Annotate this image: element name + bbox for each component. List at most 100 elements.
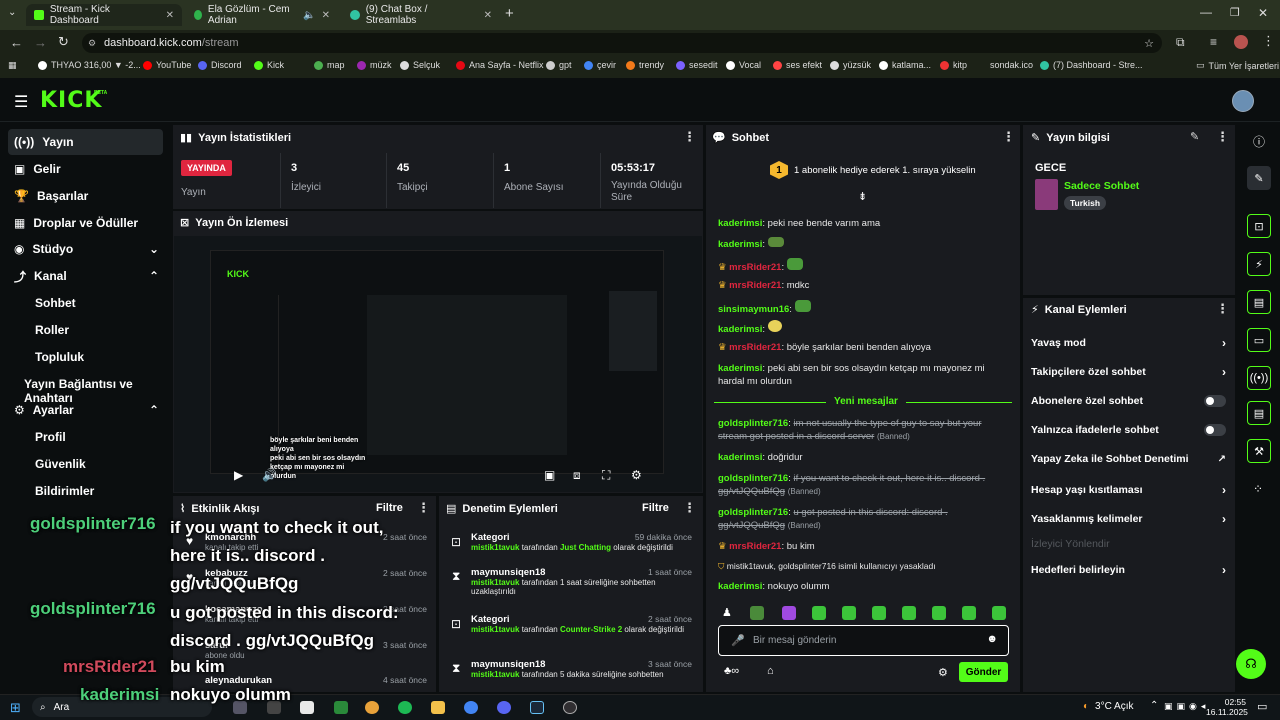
bookmark-thyao[interactable]: THYAO 316,00 ▼ -2...: [38, 60, 141, 70]
browser-tab-music[interactable]: Ela Gözlüm - Cem Adrian 🔈 ✕: [186, 4, 338, 26]
language-tag[interactable]: Turkish: [1064, 196, 1107, 210]
sidebar-subitem-sohbet[interactable]: Sohbet: [35, 296, 76, 310]
url-input[interactable]: ⚙ dashboard.kick.com/stream ☆: [82, 33, 1162, 53]
bookmark-sondak[interactable]: sondak.ico: [990, 60, 1033, 70]
activity-filter-button[interactable]: Filtre: [376, 502, 403, 514]
emote-quick-icon[interactable]: [842, 606, 856, 620]
close-icon[interactable]: ✕: [322, 10, 330, 21]
emoji-icon[interactable]: ☻: [986, 633, 998, 645]
bookmark-map[interactable]: map: [314, 60, 345, 70]
close-icon[interactable]: ✕: [166, 10, 174, 21]
maximize-button[interactable]: ❐: [1230, 6, 1240, 19]
emote-quick-icon[interactable]: [902, 606, 916, 620]
bookmark-gpt[interactable]: gpt: [546, 60, 572, 70]
sidebar-subitem-roller[interactable]: Roller: [35, 323, 69, 337]
emote-quick-icon[interactable]: [812, 606, 826, 620]
bookmark-sesedit[interactable]: sesedit: [676, 60, 718, 70]
minimize-button[interactable]: —: [1200, 5, 1212, 19]
support-chat-button[interactable]: ☊: [1236, 649, 1266, 679]
tray-chevron-icon[interactable]: ⌃: [1150, 700, 1158, 711]
sidebar-item-gelir[interactable]: ▣ Gelir: [8, 156, 163, 182]
chat-users-icon[interactable]: ♣∞: [724, 665, 739, 677]
emote-quick-icon[interactable]: [750, 606, 764, 620]
action-emotes-only[interactable]: Yalnızca ifadelerle sohbet: [1031, 424, 1226, 436]
chat-input-box[interactable]: 🎤 Bir mesaj gönderin ☻: [718, 625, 1009, 656]
notification-icon[interactable]: ▭: [1257, 700, 1267, 713]
clip-icon[interactable]: ⧈: [573, 468, 581, 483]
emotes-only-toggle[interactable]: [1204, 424, 1226, 436]
xbox-icon[interactable]: [334, 701, 348, 714]
action-subscribers-only[interactable]: Abonelere özel sohbet: [1031, 395, 1226, 407]
close-window-button[interactable]: ✕: [1258, 6, 1268, 20]
bookmark-discord[interactable]: Discord: [198, 60, 242, 70]
emote-quick-icon[interactable]: ♟: [722, 606, 732, 619]
tools-rail-button[interactable]: ⚒: [1247, 439, 1271, 463]
windows-start-icon[interactable]: ⊞: [10, 700, 21, 716]
action-goals[interactable]: Hedefleri belirleyin ›: [1031, 563, 1226, 577]
preview-rail-button[interactable]: ⊡: [1247, 214, 1271, 238]
actions-rail-button[interactable]: ⚡: [1247, 252, 1271, 276]
channel-actions-menu-icon[interactable]: ⋮: [1216, 301, 1229, 317]
all-bookmarks[interactable]: ▭ Tüm Yer İşaretleri: [1196, 60, 1279, 71]
theater-mode-icon[interactable]: ▣: [544, 468, 555, 482]
action-slow-mode[interactable]: Yavaş mod ›: [1031, 336, 1226, 350]
emote-quick-icon[interactable]: [872, 606, 886, 620]
bookmark-dashboard[interactable]: (7) Dashboard - Stre...: [1040, 60, 1143, 70]
gift-rank-banner[interactable]: 1 1 abonelik hediye ederek 1. sıraya yük…: [770, 161, 976, 179]
clips-rail-button[interactable]: ▤: [1247, 290, 1271, 314]
bookmark-youtube[interactable]: YouTube: [143, 60, 191, 70]
back-icon[interactable]: ←: [10, 35, 23, 50]
bookmark-yuzsuk[interactable]: yüzsük: [830, 60, 871, 70]
edit-rail-button[interactable]: ✎: [1247, 166, 1271, 190]
category-thumbnail[interactable]: [1035, 179, 1058, 210]
speaker-icon[interactable]: 🔈: [303, 10, 315, 21]
chat-input[interactable]: Bir mesaj gönderin: [753, 635, 836, 646]
pinned-chevron-icon[interactable]: ⇟: [858, 190, 867, 203]
chat-settings-icon[interactable]: ⚙: [938, 666, 948, 679]
sidebar-item-yayin[interactable]: ((•)) Yayın: [8, 129, 163, 155]
star-icon[interactable]: ☆: [1144, 37, 1154, 50]
action-banned-words[interactable]: Yasaklanmış kelimeler ›: [1031, 512, 1226, 526]
chat-menu-icon[interactable]: ⋮: [1002, 129, 1015, 145]
store-icon[interactable]: ⌂: [767, 665, 774, 677]
volume-icon[interactable]: 🔊: [262, 468, 277, 482]
user-avatar[interactable]: [1232, 90, 1254, 112]
stats-menu-icon[interactable]: ⋮: [683, 129, 696, 145]
bookmark-katlama[interactable]: katlama...: [879, 60, 931, 70]
bookmark-selcuk[interactable]: Selçuk: [400, 60, 440, 70]
sidebar-item-droplar[interactable]: ▦ Droplar ve Ödüller: [8, 210, 163, 236]
apps-icon[interactable]: ▦: [8, 60, 17, 71]
folder-icon[interactable]: [431, 701, 445, 714]
emote-quick-icon[interactable]: [782, 606, 796, 620]
media-icon[interactable]: ≡: [1210, 35, 1217, 49]
sidebar-subitem-topluluk[interactable]: Topluluk: [35, 350, 84, 364]
bookmark-kick[interactable]: Kick: [254, 60, 284, 70]
chrome-icon[interactable]: [365, 701, 379, 714]
obs-icon[interactable]: [563, 701, 577, 714]
app-icon[interactable]: [300, 701, 314, 714]
tab-search-icon[interactable]: ⌄: [8, 7, 16, 18]
chat-rail-button[interactable]: ▭: [1247, 328, 1271, 352]
bookmark-muzk[interactable]: müzk: [357, 60, 392, 70]
subscribers-only-toggle[interactable]: [1204, 395, 1226, 407]
browser-tab-kick-dashboard[interactable]: Stream - Kick Dashboard ✕: [26, 4, 182, 26]
emote-quick-icon[interactable]: [932, 606, 946, 620]
tray-icons[interactable]: ▣▣◉◂: [1164, 701, 1209, 712]
forward-icon[interactable]: →: [34, 35, 47, 50]
moderation-menu-icon[interactable]: ⋮: [683, 500, 696, 516]
play-icon[interactable]: ▶: [234, 468, 243, 482]
extensions-icon[interactable]: ⧉: [1176, 35, 1185, 50]
profile-avatar[interactable]: [1234, 35, 1248, 49]
discord-icon[interactable]: [497, 701, 511, 714]
moderation-filter-button[interactable]: Filtre: [642, 502, 669, 514]
info-icon[interactable]: ⓘ: [1253, 133, 1265, 150]
browser-menu-icon[interactable]: ⋮: [1262, 33, 1275, 49]
action-followers-only[interactable]: Takipçilere özel sohbet ›: [1031, 365, 1226, 379]
bookmark-cevir[interactable]: çevir: [584, 60, 616, 70]
bookmark-ses-efekt[interactable]: ses efekt: [773, 60, 822, 70]
sidebar-item-basarilar[interactable]: 🏆 Başarılar: [8, 183, 163, 209]
steam-icon[interactable]: [530, 701, 544, 714]
moderation-rail-button[interactable]: ▤: [1247, 401, 1271, 425]
sidebar-subitem-guvenlik[interactable]: Güvenlik: [35, 457, 86, 471]
bookmark-trendy[interactable]: trendy: [626, 60, 664, 70]
